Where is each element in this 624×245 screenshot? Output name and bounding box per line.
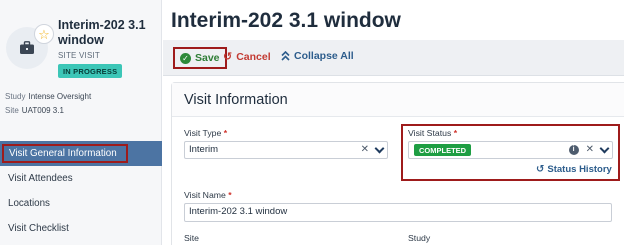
site-meta: Site UAT009 3.1 [5,106,64,115]
sidebar-item-visit-checklist[interactable]: Visit Checklist [0,216,162,241]
required-marker: * [223,128,228,138]
status-history-link[interactable]: ↺ Status History [536,164,612,175]
save-button[interactable]: ✓ Save [173,47,227,69]
cancel-label: Cancel [236,50,271,63]
collapse-all-label: Collapse All [294,50,354,62]
study-label: Study [408,233,431,243]
visit-type-select[interactable]: Interim ✕ [184,141,388,159]
cancel-button[interactable]: ↺ Cancel [223,50,271,64]
favorite-star-icon[interactable]: ☆ [34,24,54,44]
info-icon[interactable]: i [568,145,579,155]
collapse-all-button[interactable]: Collapse All [281,50,354,62]
undo-icon: ↺ [223,51,233,63]
history-icon: ↺ [536,164,545,175]
chevron-down-icon[interactable] [374,143,385,153]
sidebar: ☆ Interim-202 3.1 window SITE VISIT IN P… [0,0,162,245]
toolbar: ✓ Save ↺ Cancel Collapse All [163,40,624,76]
visit-type-label-text: Visit Type [184,128,222,138]
completed-tag: COMPLETED [414,144,472,156]
section-title: Visit Information [184,92,288,108]
visit-type-label: Visit Type * [184,128,227,138]
visit-status-select[interactable]: COMPLETED i ✕ [408,141,613,159]
sidebar-item-locations[interactable]: Locations [0,191,162,216]
clear-icon[interactable]: ✕ [586,142,594,158]
visit-status-label-text: Visit Status [408,128,452,138]
status-history-label: Status History [547,164,612,175]
save-label: Save [195,52,220,64]
visit-name-label-text: Visit Name [184,190,226,200]
sidebar-item-visit-attendees[interactable]: Visit Attendees [0,166,162,191]
visit-type-value: Interim [189,144,219,155]
site-label: Site [184,233,199,243]
panel-header[interactable]: Visit Information [172,83,624,117]
study-meta-label: Study [5,92,26,101]
site-meta-label: Site [5,106,19,115]
sidebar-nav: Visit General Information Visit Attendee… [0,141,162,241]
briefcase-icon [20,41,34,54]
visit-name-input[interactable]: Interim-202 3.1 window [184,203,612,222]
record-title: Interim-202 3.1 window [58,18,146,47]
sidebar-item-label: Visit General Information [2,144,128,163]
record-subtitle: SITE VISIT [58,51,101,60]
check-circle-icon: ✓ [180,52,191,64]
required-marker: * [453,128,458,138]
chevron-down-icon[interactable] [599,143,610,153]
double-chevron-up-icon [281,51,290,61]
visit-name-label: Visit Name * [184,190,232,200]
study-meta-value: Intense Oversight [28,92,92,101]
site-meta-value: UAT009 3.1 [21,106,64,115]
status-badge: IN PROGRESS [58,64,123,78]
required-marker: * [228,190,232,200]
visit-status-label: Visit Status * [408,128,457,138]
page-title: Interim-202 3.1 window [171,9,401,32]
sidebar-item-visit-general-information[interactable]: Visit General Information [0,141,162,166]
clear-icon[interactable]: ✕ [361,142,369,158]
record-header: ☆ Interim-202 3.1 window SITE VISIT IN P… [0,0,162,140]
study-meta: Study Intense Oversight [5,92,91,101]
